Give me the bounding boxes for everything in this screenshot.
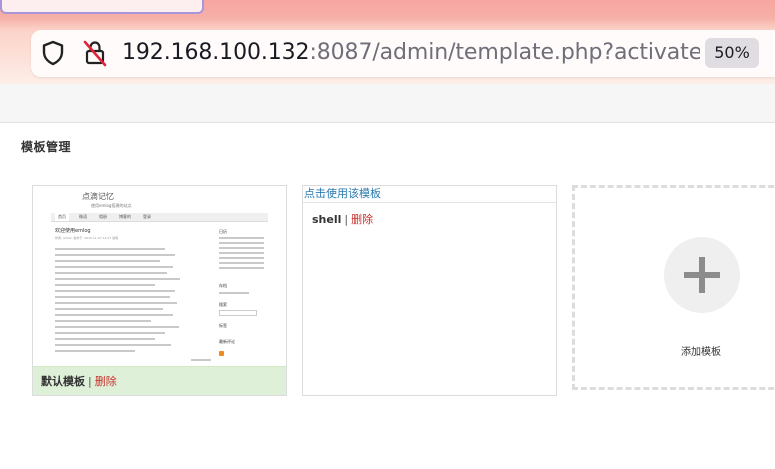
- divider: [303, 202, 556, 203]
- preview-nav-item: 首页: [55, 213, 69, 221]
- preview-sidebar-heading: 搜索: [219, 302, 227, 307]
- use-template-link[interactable]: 点击使用该模板: [304, 186, 381, 202]
- add-template-card[interactable]: 添加模板: [572, 185, 775, 390]
- preview-post-meta: 作者: admin 发布于: 2015-11-07 14:27 编辑: [55, 236, 119, 240]
- shield-icon[interactable]: [41, 40, 65, 66]
- browser-tab[interactable]: [0, 0, 204, 14]
- delete-template-link[interactable]: 删除: [351, 213, 373, 226]
- preview-nav-item: 博客的: [119, 214, 131, 219]
- preview-sidebar-heading: 标签: [219, 323, 227, 328]
- delete-template-link[interactable]: 删除: [95, 375, 117, 388]
- preview-sidebar-heading: 最新评论: [219, 339, 235, 344]
- preview-site-subtitle: 使用emlog搭建的站点: [91, 203, 132, 208]
- preview-nav-item: 相册: [99, 214, 107, 219]
- plus-icon: [684, 257, 720, 293]
- preview-nav-item: 登录: [143, 214, 151, 219]
- separator: |: [344, 213, 349, 226]
- template-card-default: 点滴记忆 使用emlog搭建的站点 首页 微语 相册 博客的 登录 欢迎使用em…: [32, 185, 287, 396]
- template-card-shell: 点击使用该模板 shell | 删除: [302, 185, 557, 396]
- admin-top-bar: [0, 84, 775, 123]
- rss-icon: [219, 351, 224, 356]
- page-title: 模板管理: [21, 140, 72, 154]
- preview-nav-item: 微语: [79, 214, 87, 219]
- add-template-label[interactable]: 添加模板: [575, 343, 775, 358]
- preview-sidebar-heading: 日历: [219, 229, 227, 234]
- template-name: shell: [312, 213, 342, 226]
- separator: |: [88, 375, 92, 388]
- url-host: 192.168.100.132: [122, 40, 310, 65]
- insecure-lock-icon[interactable]: [82, 39, 108, 67]
- template-card-footer: 默认模板 | 删除: [33, 366, 286, 395]
- add-template-button[interactable]: [664, 237, 740, 313]
- template-name: 默认模板: [41, 375, 85, 388]
- preview-nav: 首页 微语 相册 博客的 登录: [51, 213, 268, 222]
- preview-sidebar-heading: 存档: [219, 283, 227, 288]
- url-text[interactable]: 192.168.100.132:8087/admin/template.php?…: [122, 38, 700, 68]
- url-path: :8087/admin/template.php?activate_insta: [309, 40, 700, 65]
- preview-search-box: [219, 310, 257, 316]
- preview-calendar: [219, 237, 264, 272]
- zoom-level-button[interactable]: 50%: [705, 38, 759, 68]
- preview-post-title: 欢迎使用emlog: [55, 228, 91, 234]
- template-preview-image[interactable]: 点滴记忆 使用emlog搭建的站点 首页 微语 相册 博客的 登录 欢迎使用em…: [33, 186, 286, 367]
- preview-site-title: 点滴记忆: [82, 192, 114, 201]
